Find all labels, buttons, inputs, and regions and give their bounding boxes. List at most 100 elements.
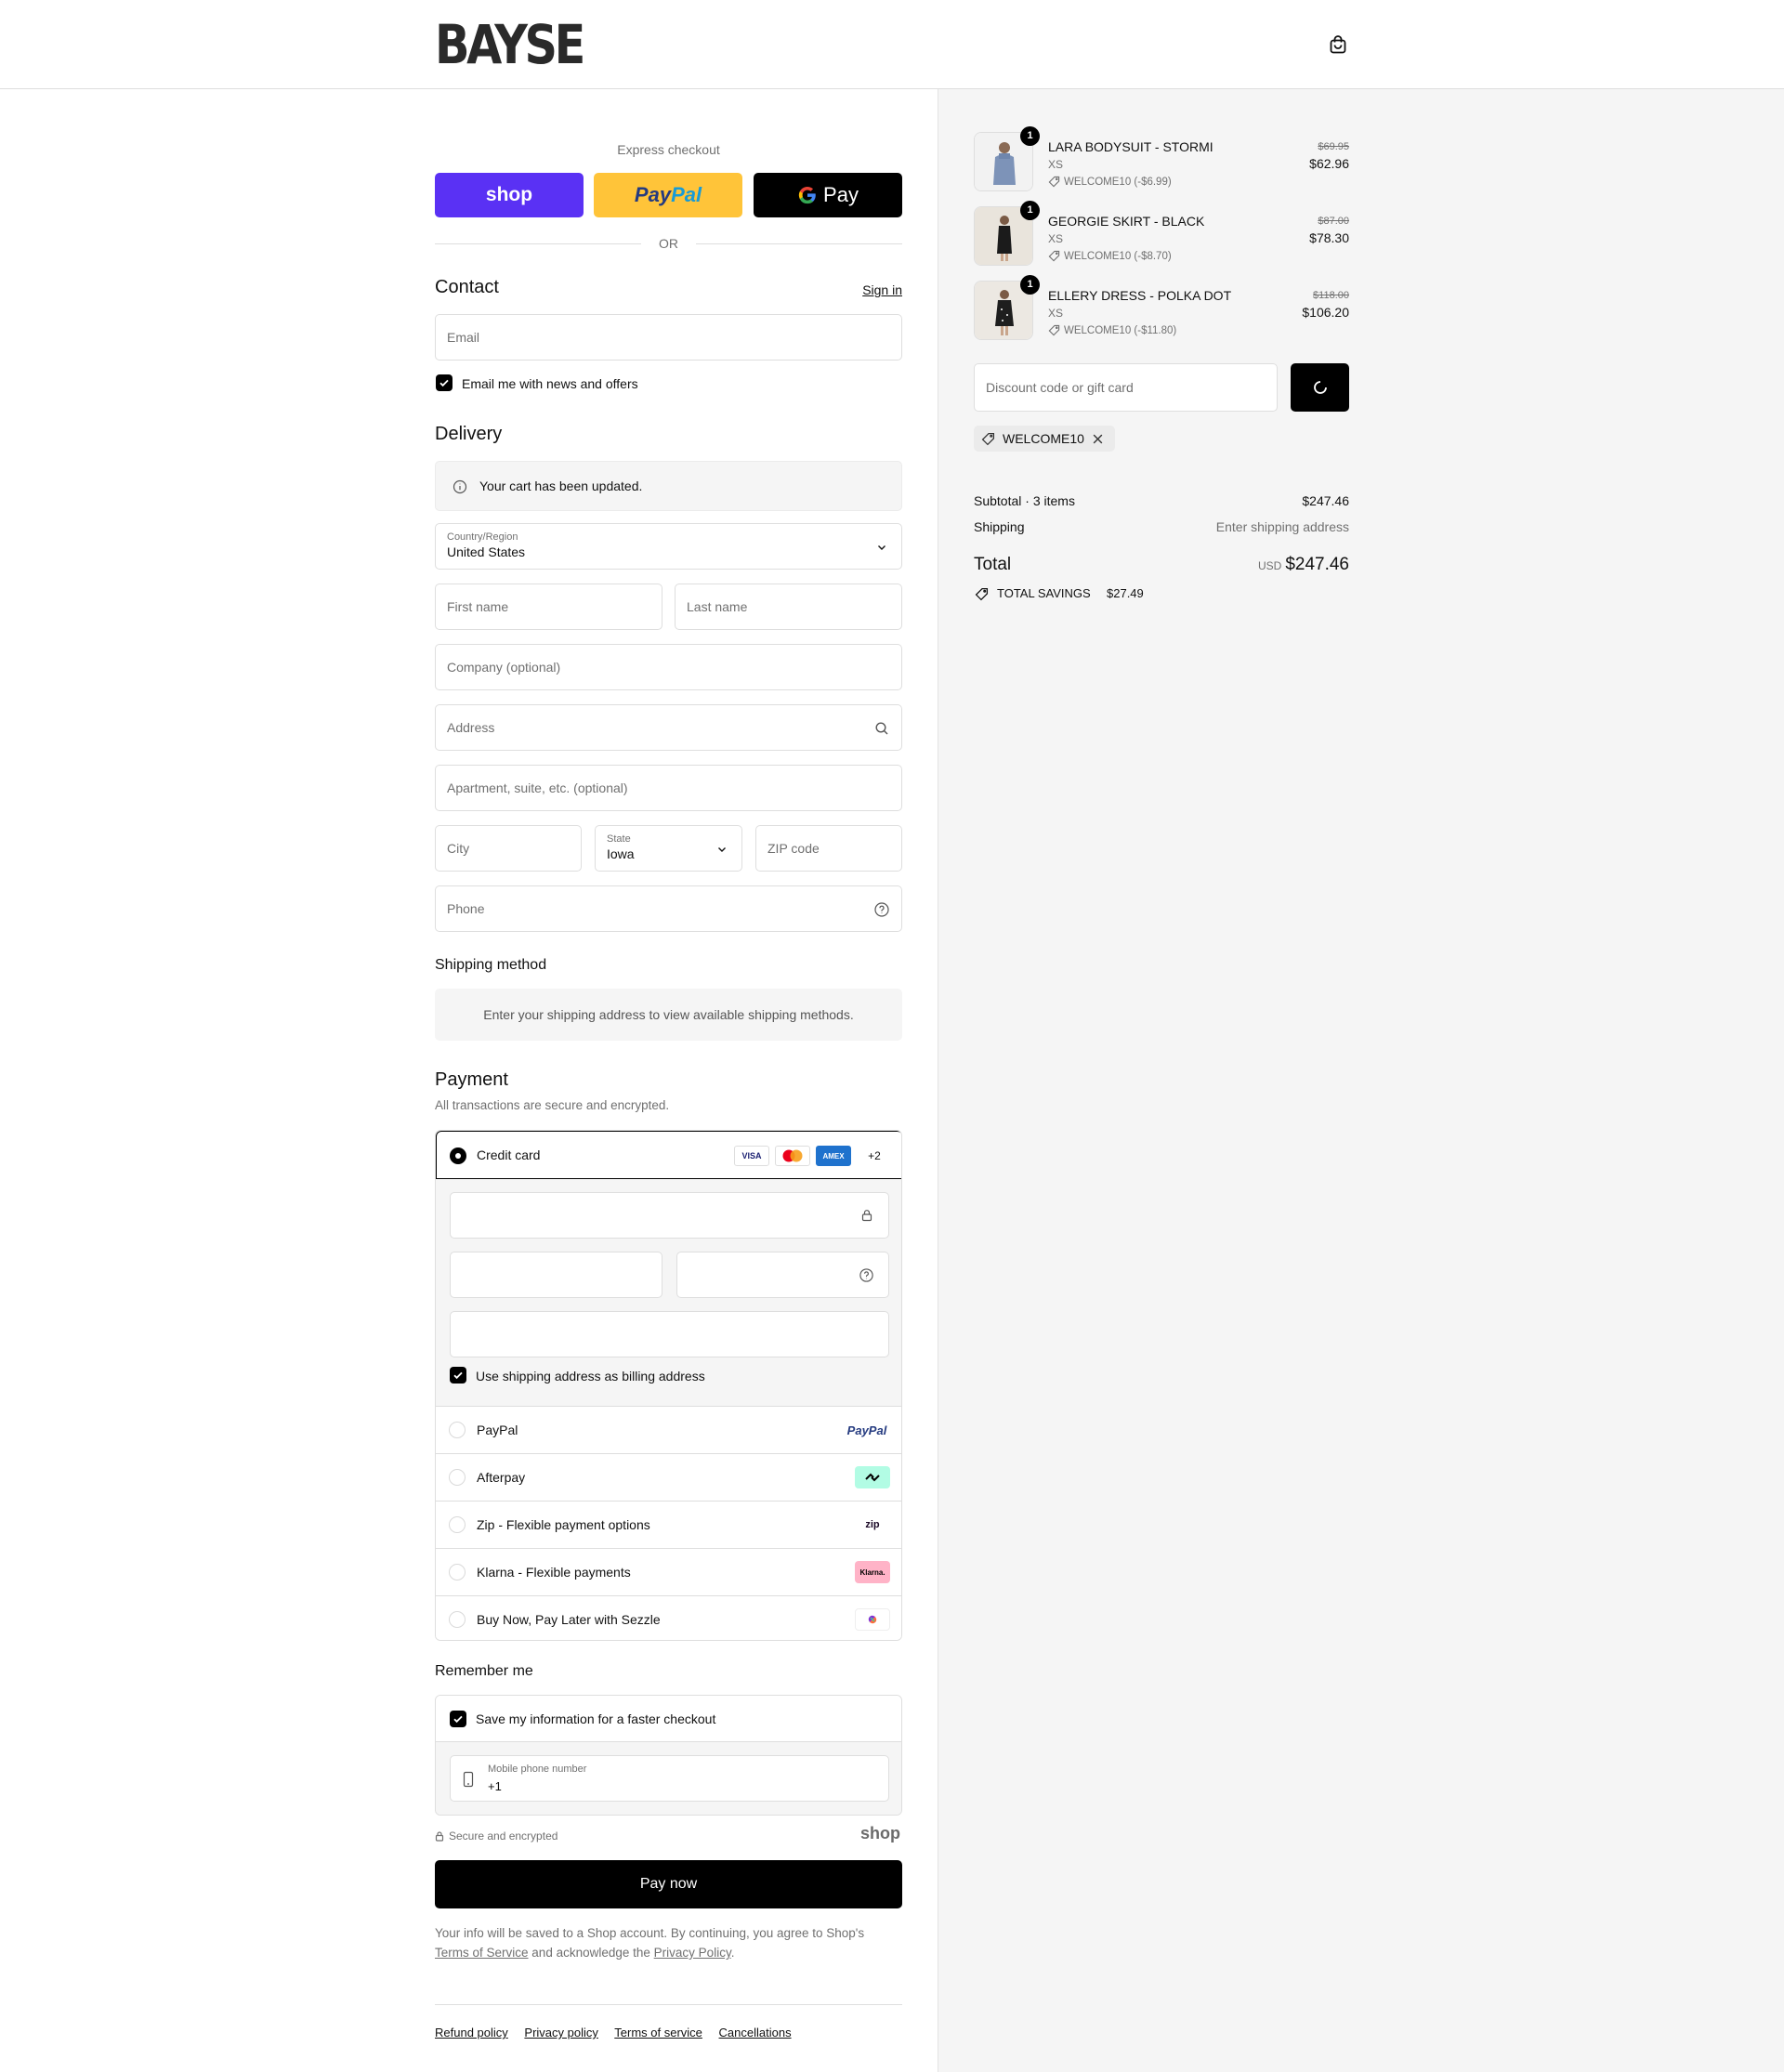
contact-heading: Contact xyxy=(435,277,499,297)
or-label: OR xyxy=(659,236,678,251)
zip-option[interactable]: Zip - Flexible payment options zip xyxy=(436,1502,901,1549)
city-field[interactable]: City xyxy=(435,825,582,872)
zip-option-label: Zip - Flexible payment options xyxy=(477,1517,650,1532)
brand-logo[interactable]: BAYSE xyxy=(435,17,585,72)
sezzle-option[interactable]: Buy Now, Pay Later with Sezzle xyxy=(436,1596,901,1640)
mastercard-icon xyxy=(775,1146,810,1166)
company-field[interactable]: Company (optional) xyxy=(435,644,902,690)
mobile-value: +1 xyxy=(488,1779,502,1793)
save-info-label: Save my information for a faster checkou… xyxy=(476,1711,716,1726)
google-pay-button[interactable]: Pay xyxy=(754,173,902,217)
paypal-button[interactable]: Pay Pal xyxy=(594,173,742,217)
product-discount: WELCOME10 (-$6.99) xyxy=(1048,176,1172,188)
shipping-value: Enter shipping address xyxy=(1215,519,1349,534)
first-name-field[interactable]: First name xyxy=(435,584,662,630)
terms-of-service-footer-link[interactable]: Terms of service xyxy=(614,2026,702,2039)
zip-logo: zip xyxy=(865,1519,880,1530)
product-size: XS xyxy=(1048,307,1064,320)
sezzle-option-label: Buy Now, Pay Later with Sezzle xyxy=(477,1612,661,1627)
billing-checkbox[interactable] xyxy=(450,1367,466,1384)
state-select[interactable]: State Iowa xyxy=(595,825,742,872)
news-checkbox[interactable] xyxy=(436,374,453,391)
footer-links: Refund policy Privacy policy Terms of se… xyxy=(435,2026,805,2039)
shipping-label: Shipping xyxy=(974,519,1025,534)
address-field[interactable]: Address xyxy=(435,704,902,751)
credit-card-label: Credit card xyxy=(477,1147,541,1162)
paypal-logo: PayPal xyxy=(846,1423,887,1437)
help-icon[interactable] xyxy=(859,1267,874,1283)
sezzle-logo xyxy=(855,1608,890,1631)
expiry-field[interactable] xyxy=(450,1252,662,1298)
phone-placeholder: Phone xyxy=(447,901,485,916)
mobile-section: Mobile phone number +1 xyxy=(436,1742,901,1815)
google-pay-label: Pay xyxy=(823,183,859,206)
subtotal-value: $247.46 xyxy=(1302,493,1349,508)
email-field[interactable]: Email xyxy=(435,314,902,361)
card-number-field[interactable] xyxy=(450,1192,889,1239)
paypal-label-b: Pal xyxy=(671,183,702,206)
name-on-card-field[interactable] xyxy=(450,1311,889,1357)
credit-card-radio[interactable] xyxy=(450,1147,466,1164)
address-placeholder: Address xyxy=(447,720,495,735)
product-name: LARA BODYSUIT - STORMI xyxy=(1048,139,1213,154)
apply-discount-button[interactable] xyxy=(1291,363,1349,412)
news-label: Email me with news and offers xyxy=(462,376,638,391)
paypal-radio[interactable] xyxy=(449,1422,466,1438)
last-name-field[interactable]: Last name xyxy=(675,584,902,630)
cart-item: 1 LARA BODYSUIT - STORMI XS WELCOME10 (-… xyxy=(974,126,1349,193)
header: BAYSE xyxy=(0,0,1784,89)
check-icon xyxy=(453,1371,463,1380)
klarna-radio[interactable] xyxy=(449,1564,466,1580)
refund-policy-link[interactable]: Refund policy xyxy=(435,2026,508,2039)
save-info-checkbox[interactable] xyxy=(450,1711,466,1727)
country-select[interactable]: Country/Region United States xyxy=(435,523,902,570)
afterpay-option[interactable]: Afterpay xyxy=(436,1454,901,1502)
express-checkout-title: Express checkout xyxy=(617,142,720,157)
shipping-method-message: Enter your shipping address to view avai… xyxy=(435,989,902,1041)
tag-icon xyxy=(1048,250,1060,262)
zip-radio[interactable] xyxy=(449,1516,466,1533)
product-size: XS xyxy=(1048,158,1064,171)
klarna-option[interactable]: Klarna - Flexible payments Klarna. xyxy=(436,1549,901,1596)
cart-item: 1 GEORGIE SKIRT - BLACK XS WELCOME10 (-$… xyxy=(974,201,1349,268)
save-info-row[interactable]: Save my information for a faster checkou… xyxy=(436,1696,901,1742)
shop-pay-button[interactable]: shop xyxy=(435,173,584,217)
city-placeholder: City xyxy=(447,841,470,856)
paypal-option[interactable]: PayPal PayPal xyxy=(436,1407,901,1454)
shopping-bag-icon[interactable] xyxy=(1327,33,1349,56)
phone-field[interactable]: Phone xyxy=(435,885,902,932)
afterpay-radio[interactable] xyxy=(449,1469,466,1486)
tag-icon xyxy=(1048,176,1060,188)
privacy-policy-footer-link[interactable]: Privacy policy xyxy=(524,2026,597,2039)
discount-code-field[interactable]: Discount code or gift card xyxy=(974,363,1278,412)
or-divider: OR xyxy=(435,234,902,253)
cart-updated-notice: Your cart has been updated. xyxy=(435,461,902,511)
cancellations-link[interactable]: Cancellations xyxy=(719,2026,792,2039)
total-value: $247.46 xyxy=(1285,555,1349,574)
savings-label: TOTAL SAVINGS xyxy=(997,586,1091,600)
discount-placeholder: Discount code or gift card xyxy=(986,380,1134,395)
legal-end: . xyxy=(730,1946,735,1960)
sezzle-radio[interactable] xyxy=(449,1611,466,1628)
apartment-field[interactable]: Apartment, suite, etc. (optional) xyxy=(435,765,902,811)
legal-mid: and acknowledge the xyxy=(531,1946,650,1960)
privacy-policy-link[interactable]: Privacy Policy xyxy=(654,1946,731,1960)
remember-me-box: Save my information for a faster checkou… xyxy=(435,1695,902,1816)
search-icon xyxy=(875,722,888,735)
zip-field[interactable]: ZIP code xyxy=(755,825,902,872)
help-icon[interactable] xyxy=(873,901,890,918)
security-code-field[interactable] xyxy=(676,1252,889,1298)
discount-text: WELCOME10 (-$6.99) xyxy=(1064,176,1172,188)
applied-discount-chip: WELCOME10 xyxy=(974,426,1115,452)
terms-of-service-link[interactable]: Terms of Service xyxy=(435,1946,529,1960)
applied-code-text: WELCOME10 xyxy=(1003,431,1084,446)
credit-card-option[interactable]: Credit card VISA AMEX +2 xyxy=(436,1131,901,1179)
close-icon[interactable] xyxy=(1092,433,1104,445)
mobile-phone-field[interactable]: Mobile phone number +1 xyxy=(450,1755,889,1802)
cart-item: 1 ELLERY DRESS - POLKA DOT XS WELCOME10 … xyxy=(974,275,1349,342)
subtotal-label: Subtotal · 3 items xyxy=(974,493,1075,508)
sign-in-link[interactable]: Sign in xyxy=(862,282,902,297)
legal-text: Your info will be saved to a Shop accoun… xyxy=(435,1923,902,1962)
product-name: GEORGIE SKIRT - BLACK xyxy=(1048,214,1205,229)
pay-now-button[interactable]: Pay now xyxy=(435,1860,902,1908)
